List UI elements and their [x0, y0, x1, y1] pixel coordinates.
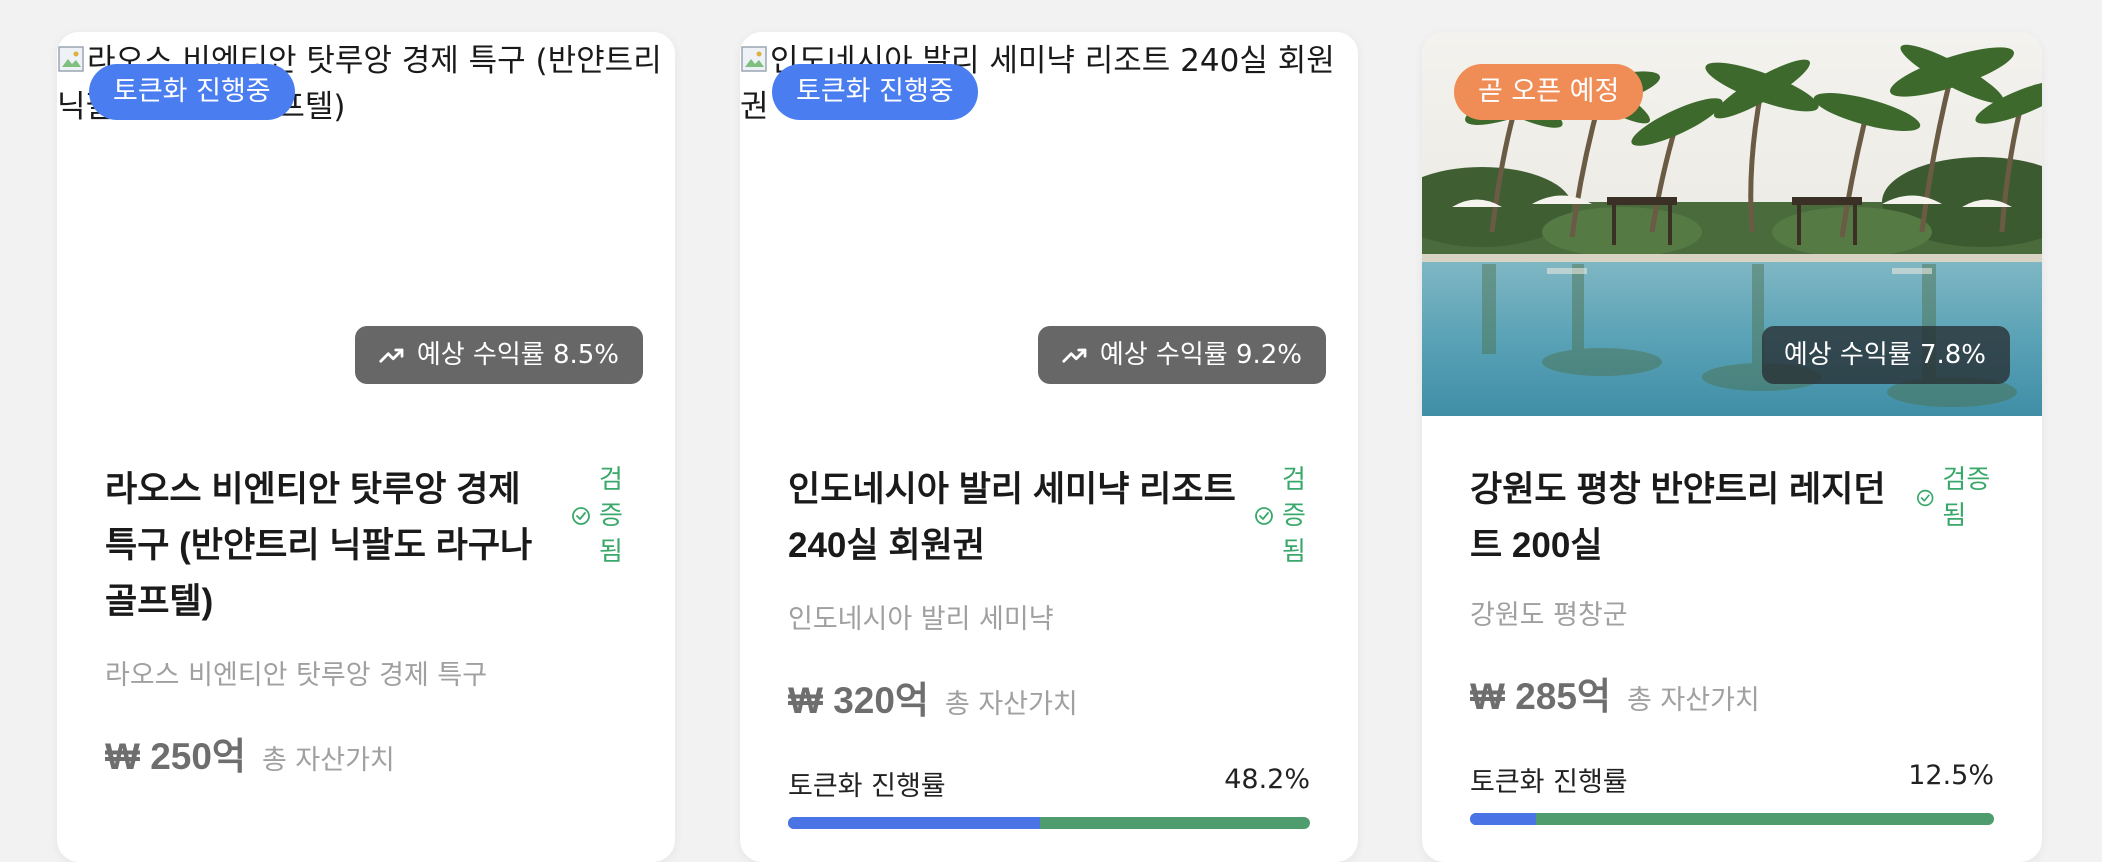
trending-up-icon [1062, 348, 1087, 363]
property-location: 인도네시아 발리 세미냑 [788, 604, 1054, 635]
yield-badge: 예상 수익률 9.2% [1037, 326, 1326, 384]
property-card[interactable]: 곧 오픈 예정 예상 수익률 7.8% 강원도 평창 반얀트리 레지던트 200… [1422, 32, 2042, 862]
trending-up-icon [379, 348, 404, 363]
card-body: 라오스 비엔티안 탓루앙 경제 특구 (반얀트리 닉팔도 라구나 골프텔) 검증… [105, 462, 627, 780]
property-card[interactable]: 인도네시아 발리 세미냑 리조트 240실 회원권 토큰화 진행중 예상 수익률… [740, 32, 1358, 862]
broken-image-icon [740, 42, 770, 72]
verified-label: 검증됨 [1282, 465, 1306, 567]
property-image[interactable]: 곧 오픈 예정 예상 수익률 7.8% [1422, 32, 2042, 416]
asset-value: ₩ 285억 [1470, 676, 1611, 717]
verified-label: 검증됨 [599, 465, 623, 567]
verified-badge: 검증됨 [571, 462, 627, 570]
yield-text: 예상 수익률 8.5% [416, 340, 619, 370]
verified-badge: 검증됨 [1916, 462, 1994, 534]
asset-value-label: 총 자산가치 [1626, 685, 1760, 716]
property-card-grid: 라오스 비엔티안 탓루앙 경제 특구 (반얀트리 닉팔도 라구나 골프텔) 토큰… [0, 0, 2102, 862]
property-location: 강원도 평창군 [1470, 600, 1628, 631]
asset-value: ₩ 250억 [105, 736, 246, 777]
broken-image-icon [57, 42, 87, 72]
property-location: 라오스 비엔티안 탓루앙 경제 특구 [105, 660, 488, 691]
yield-text: 예상 수익률 9.2% [1099, 340, 1302, 370]
status-badge: 토큰화 진행중 [772, 64, 978, 120]
tokenization-progress-label: 토큰화 진행률 [788, 771, 946, 802]
tokenization-progress-value: 48.2% [1224, 764, 1310, 795]
verified-badge: 검증됨 [1254, 462, 1310, 570]
status-badge: 토큰화 진행중 [89, 64, 295, 120]
progress-fill [1470, 813, 1536, 825]
asset-value-label: 총 자산가치 [944, 689, 1078, 720]
status-badge: 곧 오픈 예정 [1454, 64, 1644, 120]
property-card[interactable]: 라오스 비엔티안 탓루앙 경제 특구 (반얀트리 닉팔도 라구나 골프텔) 토큰… [57, 32, 675, 862]
asset-value-label: 총 자산가치 [261, 745, 395, 776]
yield-badge: 예상 수익률 7.8% [1761, 326, 2010, 384]
check-circle-icon [1255, 507, 1273, 525]
tokenization-progress-bar [788, 817, 1310, 829]
property-image[interactable]: 라오스 비엔티안 탓루앙 경제 특구 (반얀트리 닉팔도 라구나 골프텔) 토큰… [57, 32, 675, 416]
card-body: 강원도 평창 반얀트리 레지던트 200실 검증됨 강원도 평창군 ₩ 285억… [1470, 462, 1994, 825]
tokenization-progress-value: 12.5% [1908, 760, 1994, 791]
property-title[interactable]: 라오스 비엔티안 탓루앙 경제 특구 (반얀트리 닉팔도 라구나 골프텔) [105, 462, 561, 630]
property-title[interactable]: 인도네시아 발리 세미냑 리조트 240실 회원권 [788, 462, 1244, 574]
tokenization-progress-label: 토큰화 진행률 [1470, 767, 1628, 798]
tokenization-progress-bar [1470, 813, 1994, 825]
check-circle-icon [572, 507, 590, 525]
progress-fill [788, 817, 1040, 829]
property-title[interactable]: 강원도 평창 반얀트리 레지던트 200실 [1470, 462, 1906, 574]
card-body: 인도네시아 발리 세미냑 리조트 240실 회원권 검증됨 인도네시아 발리 세… [788, 462, 1310, 829]
trending-up-icon [1762, 326, 2010, 416]
check-circle-icon [1917, 489, 1934, 507]
asset-value: ₩ 320억 [788, 680, 929, 721]
verified-label: 검증됨 [1942, 465, 1991, 531]
yield-badge: 예상 수익률 8.5% [354, 326, 643, 384]
property-image[interactable]: 인도네시아 발리 세미냑 리조트 240실 회원권 토큰화 진행중 예상 수익률… [740, 32, 1358, 416]
